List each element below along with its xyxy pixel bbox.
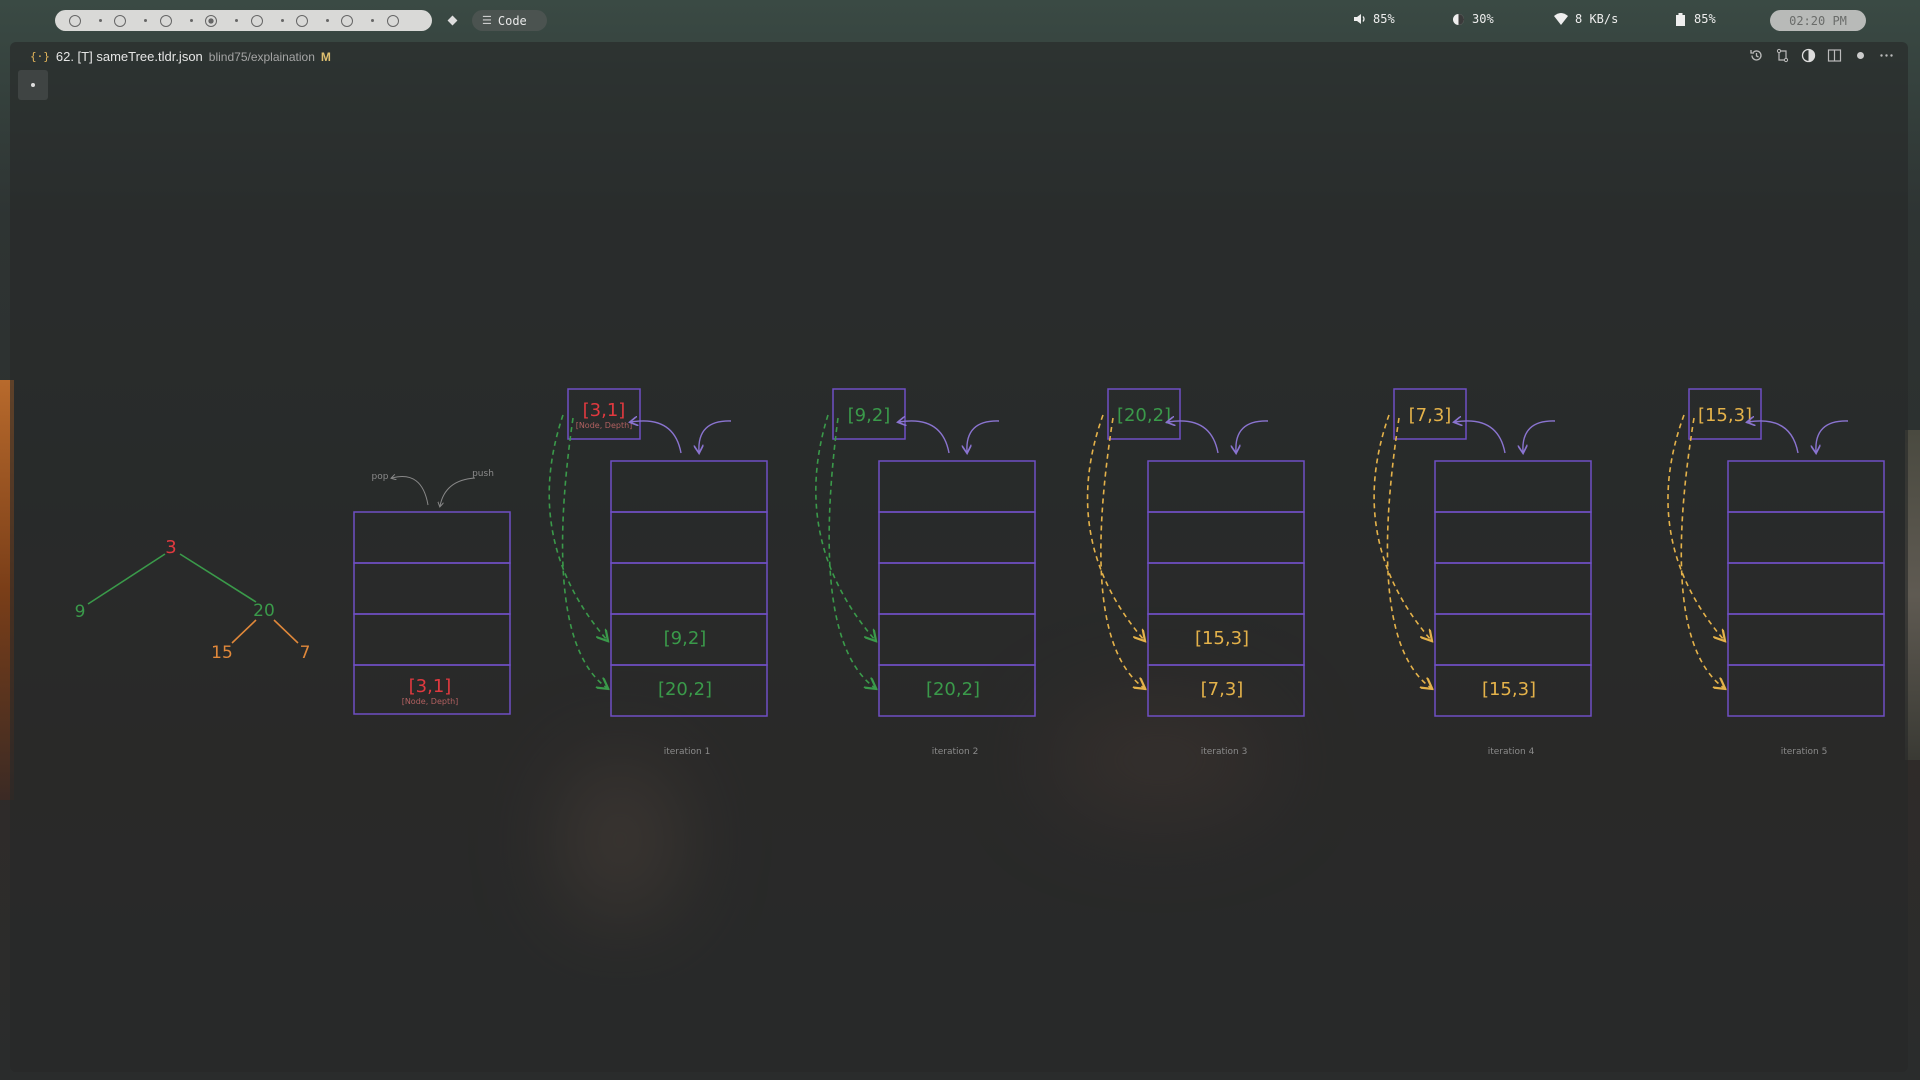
tree-edge: [179, 553, 257, 603]
popped-value: [9,2]: [848, 405, 891, 426]
pop-arrow: [1168, 421, 1219, 454]
iteration-2: [9,2] [20,2] iteration 2: [815, 388, 1036, 757]
insert-arrow: [1667, 414, 1724, 640]
pop-arrow: [1455, 421, 1506, 454]
pop-arrow: [1748, 421, 1799, 454]
pop-arrow: [631, 421, 682, 454]
insert-arrow: [548, 414, 607, 640]
stack-value: [15,3]: [1482, 679, 1536, 700]
insert-arrow: [1386, 417, 1431, 688]
stack-slot: [878, 460, 1036, 513]
push-arrow: [1236, 420, 1269, 452]
iteration-label: iteration 5: [1781, 747, 1828, 757]
tree-node-right-left: 15: [211, 643, 233, 663]
push-arrow: [1816, 420, 1849, 452]
push-label: push: [472, 469, 494, 479]
stack-slot: [610, 460, 768, 513]
pop-label: pop: [372, 472, 389, 482]
stack-slot: [610, 511, 768, 564]
stack-slot: [1434, 460, 1592, 513]
popped-value: [15,3]: [1698, 405, 1752, 426]
push-arrow: [967, 420, 1000, 452]
stack-slot: [1727, 664, 1885, 717]
stack-slot: [353, 511, 511, 564]
popped-value: [7,3]: [1409, 405, 1452, 426]
popped-value: [3,1]: [583, 400, 626, 421]
iteration-label: iteration 2: [932, 747, 979, 757]
binary-tree: 3 9 20 15 7: [75, 537, 311, 663]
iteration-3: [20,2] [15,3] [7,3] iteration 3: [1086, 388, 1305, 757]
stack-slot: [878, 562, 1036, 615]
tree-edge: [273, 619, 299, 644]
insert-arrow: [828, 417, 875, 688]
stack-slot: [353, 613, 511, 666]
whiteboard-canvas[interactable]: 3 9 20 15 7 [3,1] [Node, Depth] pop push…: [0, 0, 1920, 1080]
stack-slot: [1434, 562, 1592, 615]
tree-node-right-right: 7: [300, 643, 311, 663]
insert-arrow: [1373, 414, 1431, 640]
tree-edge: [87, 553, 166, 605]
iteration-5: [15,3] iteration 5: [1667, 388, 1885, 757]
stack-slot: [1727, 613, 1885, 666]
stack-slot: [1434, 613, 1592, 666]
tree-node-right: 20: [253, 601, 275, 621]
node-depth-caption: [Node, Depth]: [402, 697, 459, 706]
stack-slot: [1727, 460, 1885, 513]
stack-slot: [1727, 511, 1885, 564]
insert-arrow: [561, 417, 607, 688]
insert-arrow: [815, 414, 875, 640]
iteration-4: [7,3] [15,3] iteration 4: [1373, 388, 1592, 757]
push-arrow: [1523, 420, 1556, 452]
stack-value: [20,2]: [926, 679, 980, 700]
popped-value: [20,2]: [1117, 405, 1171, 426]
stack-slot: [1147, 460, 1305, 513]
insert-arrow: [1100, 417, 1144, 688]
stack-value: [15,3]: [1195, 628, 1249, 649]
tree-node-root: 3: [165, 537, 176, 558]
pop-arrow: [899, 421, 950, 454]
insert-arrow: [1680, 417, 1724, 688]
stack-value: [20,2]: [658, 679, 712, 700]
iteration-label: iteration 4: [1488, 747, 1535, 757]
stack-slot: [610, 562, 768, 615]
stack-slot: [1727, 562, 1885, 615]
stack-slot: [1147, 562, 1305, 615]
insert-arrow: [1086, 414, 1144, 640]
stack-slot: [1147, 511, 1305, 564]
initial-stack: [3,1] [Node, Depth] pop push: [353, 469, 511, 715]
iteration-1: [3,1][Node, Depth] [9,2] [20,2] iteration 1: [548, 388, 768, 757]
popped-caption: [Node, Depth]: [576, 421, 633, 430]
stack-value: [9,2]: [664, 628, 707, 649]
stack-slot: [353, 562, 511, 615]
pop-arrow: [392, 477, 429, 506]
push-arrow: [440, 477, 476, 506]
tree-edge: [231, 619, 257, 644]
iteration-label: iteration 1: [664, 747, 711, 757]
iteration-label: iteration 3: [1201, 747, 1248, 757]
iterations: [3,1][Node, Depth] [9,2] [20,2] iteration 1…: [548, 388, 1885, 757]
stack-slot: [1434, 511, 1592, 564]
tree-node-left: 9: [75, 602, 86, 622]
stack-slot: [878, 511, 1036, 564]
stack-bottom-value: [3,1]: [409, 676, 452, 697]
push-arrow: [699, 420, 732, 452]
stack-slot: [878, 613, 1036, 666]
stack-value: [7,3]: [1201, 679, 1244, 700]
